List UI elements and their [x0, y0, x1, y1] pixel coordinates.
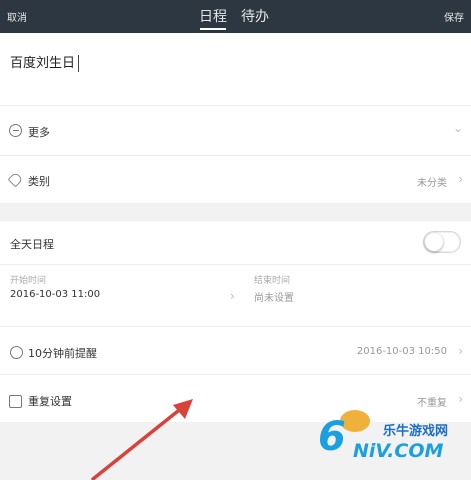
all-day-label: 全天日程 [10, 238, 54, 251]
repeat-value: 不重复 [417, 398, 447, 409]
reminder-label: 10分钟前提醒 [28, 347, 97, 360]
section-gap [0, 203, 471, 220]
repeat-label: 重复设置 [28, 395, 72, 408]
cancel-button[interactable]: 取消 [7, 9, 27, 24]
annotation-arrow [91, 399, 193, 480]
toggle-knob [425, 233, 443, 251]
end-time-label: 结束时间 [254, 276, 291, 286]
arrow-shaft [91, 405, 185, 480]
title-field[interactable]: 百度刘生日 [0, 33, 471, 105]
tag-icon [7, 171, 24, 188]
chevron-right-icon: › [458, 392, 463, 406]
end-time-value: 尚未设置 [254, 293, 294, 304]
title-value: 百度刘生日 [10, 56, 76, 71]
chevron-right-icon: › [230, 289, 235, 303]
watermark-logo: 6 乐牛游戏网 NiV.COM [318, 410, 463, 470]
start-time-value: 2016-10-03 11:00 [10, 289, 101, 300]
watermark-digit: 6 [318, 414, 346, 460]
top-bar: 取消 日程 待办 保存 [0, 0, 471, 33]
time-row: 开始时间 2016-10-03 11:00 › 结束时间 尚未设置 [0, 264, 471, 326]
chevron-right-icon: › [458, 172, 463, 186]
end-time[interactable]: 结束时间 尚未设置 [254, 273, 294, 304]
more-row[interactable]: 更多 ⌄ [0, 105, 471, 155]
all-day-row: 全天日程 [0, 220, 471, 264]
chevron-down-icon: ⌄ [452, 121, 463, 135]
all-day-toggle[interactable] [423, 231, 461, 253]
watermark-brand-en: NiV.COM [353, 440, 444, 462]
start-time[interactable]: 开始时间 2016-10-03 11:00 [10, 273, 100, 300]
watermark-brand-cn: 乐牛游戏网 [383, 424, 449, 439]
bell-icon [10, 346, 23, 359]
category-label: 类别 [28, 175, 50, 188]
save-button[interactable]: 保存 [444, 9, 464, 24]
reminder-row[interactable]: 10分钟前提醒 2016-10-03 10:50 › [0, 326, 471, 374]
reminder-value: 2016-10-03 10:50 [356, 346, 447, 357]
text-cursor [78, 55, 80, 72]
arrow-head [173, 399, 193, 419]
category-row[interactable]: 类别 未分类 › [0, 155, 471, 203]
tab-todo[interactable]: 待办 [241, 6, 269, 29]
title-input[interactable]: 百度刘生日 [10, 52, 80, 72]
start-time-label: 开始时间 [10, 276, 47, 286]
tab-bar: 日程 待办 [199, 6, 269, 30]
minus-circle-icon [9, 124, 22, 137]
tab-schedule[interactable]: 日程 [199, 6, 227, 30]
chevron-right-icon: › [458, 344, 463, 358]
more-label: 更多 [28, 126, 50, 139]
category-value: 未分类 [417, 178, 447, 189]
repeat-icon [9, 395, 22, 408]
